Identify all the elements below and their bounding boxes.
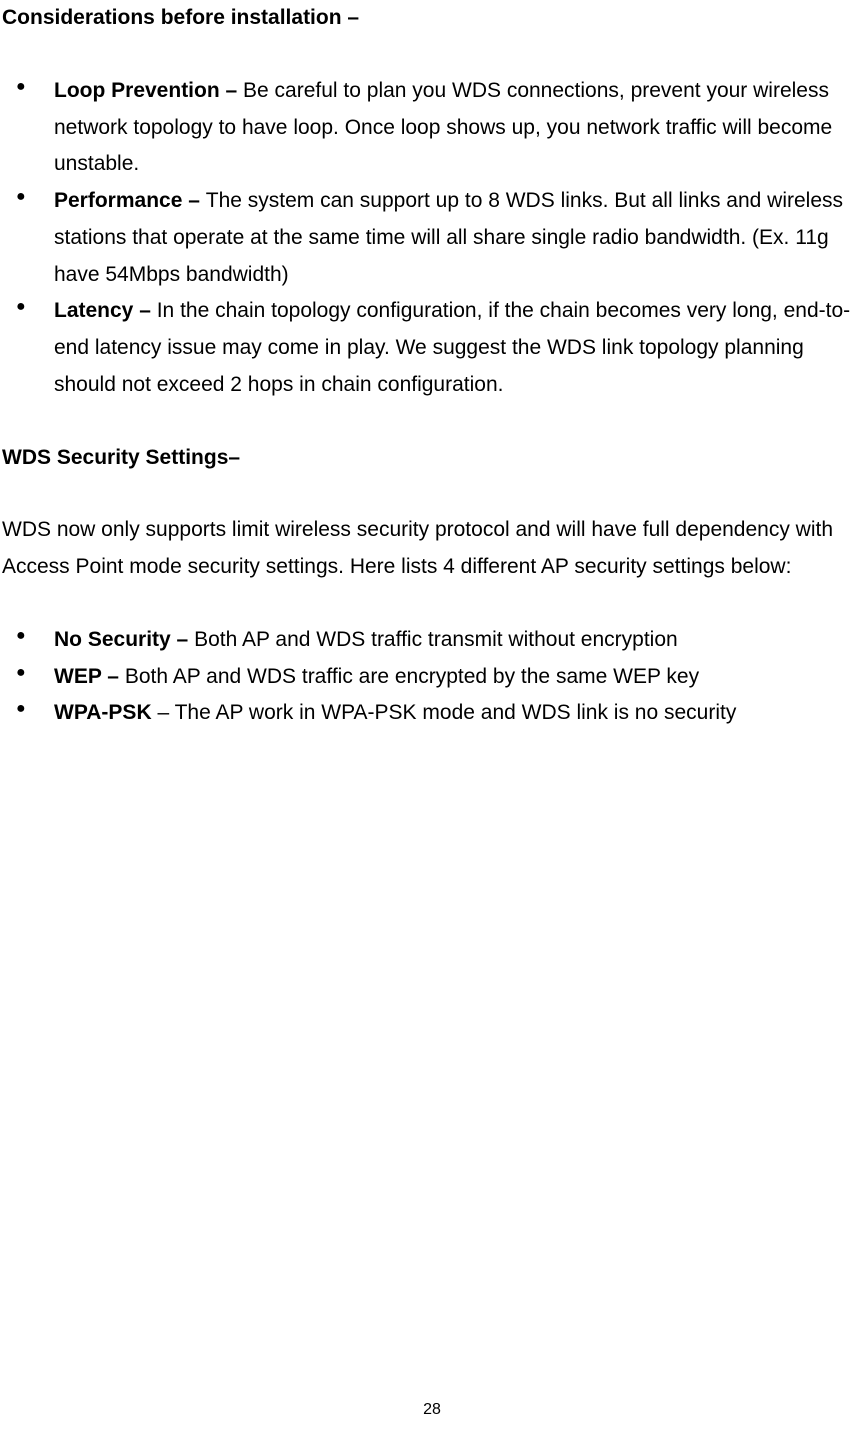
item-text: – The AP work in WPA-PSK mode and WDS li… [157,701,736,724]
list-item: Latency – In the chain topology configur… [2,293,864,403]
item-label: Performance – [54,189,206,212]
document-page: Considerations before installation – Loo… [0,0,864,1442]
paragraph-wds-intro: WDS now only supports limit wireless sec… [2,512,864,586]
list-item: Performance – The system can support up … [2,183,864,293]
list-item: Loop Prevention – Be careful to plan you… [2,73,864,183]
item-label: No Security – [54,628,194,651]
list-item: WPA-PSK – The AP work in WPA-PSK mode an… [2,695,864,732]
item-label: WPA-PSK [54,701,157,724]
item-label: Loop Prevention – [54,79,243,102]
item-label: Latency – [54,299,157,322]
heading-wds-security: WDS Security Settings– [2,440,864,477]
list-security-settings: No Security – Both AP and WDS traffic tr… [2,622,864,732]
item-text: In the chain topology configuration, if … [54,299,850,396]
list-considerations: Loop Prevention – Be careful to plan you… [2,73,864,404]
item-label: WEP – [54,665,125,688]
page-number: 28 [0,1396,864,1424]
heading-considerations: Considerations before installation – [2,0,864,37]
list-item: No Security – Both AP and WDS traffic tr… [2,622,864,659]
item-text: Both AP and WDS traffic are encrypted by… [125,665,699,688]
item-text: Both AP and WDS traffic transmit without… [194,628,678,651]
list-item: WEP – Both AP and WDS traffic are encryp… [2,659,864,696]
